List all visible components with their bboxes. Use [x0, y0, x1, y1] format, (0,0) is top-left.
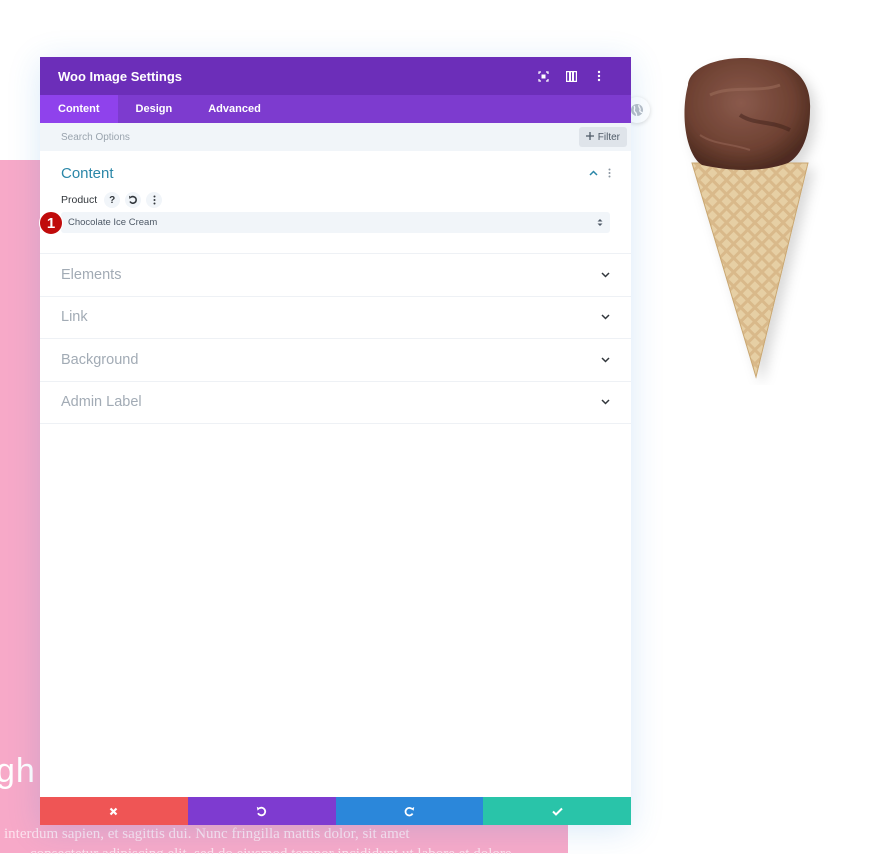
filter-label: Filter	[597, 131, 620, 143]
section-link[interactable]: Link	[40, 297, 631, 339]
tab-advanced[interactable]: Advanced	[190, 95, 279, 123]
section-admin-label-title: Admin Label	[61, 394, 142, 411]
product-select-wrapper: 1 Chocolate Ice Cream	[39, 211, 610, 235]
product-select[interactable]: Chocolate Ice Cream	[61, 212, 610, 233]
section-content: Content Product ? 1 Chocolate Ice Cream	[39, 151, 631, 254]
section-admin-label[interactable]: Admin Label	[40, 382, 631, 424]
ice-cream-product-image	[670, 55, 830, 385]
section-content-title: Content	[61, 164, 114, 182]
redo-button[interactable]	[335, 797, 484, 825]
product-select-value: Chocolate Ice Cream	[68, 217, 158, 228]
page-body-text: interdum sapien, et sagittis dui. Nunc f…	[4, 826, 410, 842]
section-elements-title: Elements	[61, 266, 122, 283]
section-more-icon[interactable]	[608, 168, 611, 178]
section-elements[interactable]: Elements	[40, 254, 631, 297]
chevron-down-icon[interactable]	[601, 357, 610, 363]
help-icon[interactable]: ?	[104, 192, 121, 208]
panel-title: Woo Image Settings	[58, 68, 182, 84]
chevron-down-icon[interactable]	[601, 272, 610, 278]
plus-icon	[585, 131, 594, 143]
chevron-up-icon[interactable]	[589, 170, 598, 176]
more-vertical-icon[interactable]	[585, 70, 613, 82]
product-label: Product	[61, 194, 98, 206]
save-button[interactable]	[483, 797, 631, 825]
select-arrows-icon	[597, 218, 603, 227]
reset-icon[interactable]	[125, 192, 142, 208]
undo-button[interactable]	[187, 797, 336, 825]
section-background-title: Background	[61, 351, 139, 368]
discard-button[interactable]	[40, 797, 188, 825]
focus-icon[interactable]	[529, 70, 557, 82]
panel-header[interactable]: Woo Image Settings	[40, 57, 631, 95]
section-content-header[interactable]: Content	[61, 163, 611, 183]
section-background[interactable]: Background	[40, 339, 631, 382]
close-icon	[109, 807, 118, 816]
panel-tabs: Content Design Advanced	[40, 95, 631, 123]
tab-content[interactable]: Content	[40, 95, 118, 123]
chevron-down-icon[interactable]	[601, 314, 610, 320]
product-field-label-row: Product ?	[61, 192, 610, 208]
split-view-icon[interactable]	[557, 70, 585, 82]
module-settings-panel: Woo Image Settings Content Design Advanc…	[39, 57, 631, 825]
undo-icon	[256, 806, 267, 817]
panel-body-empty	[40, 424, 631, 797]
page-heading-fragment: gh	[0, 752, 36, 790]
panel-footer	[40, 797, 631, 825]
redo-icon	[404, 806, 415, 817]
tab-design[interactable]: Design	[118, 95, 191, 123]
field-options-icon[interactable]	[146, 192, 163, 208]
step-badge: 1	[39, 211, 63, 235]
filter-button[interactable]: Filter	[578, 127, 627, 147]
search-bar: Filter	[40, 123, 631, 151]
search-options-input[interactable]	[61, 131, 579, 143]
section-link-title: Link	[61, 309, 88, 326]
checkmark-icon	[551, 807, 563, 816]
chevron-down-icon[interactable]	[601, 399, 610, 405]
